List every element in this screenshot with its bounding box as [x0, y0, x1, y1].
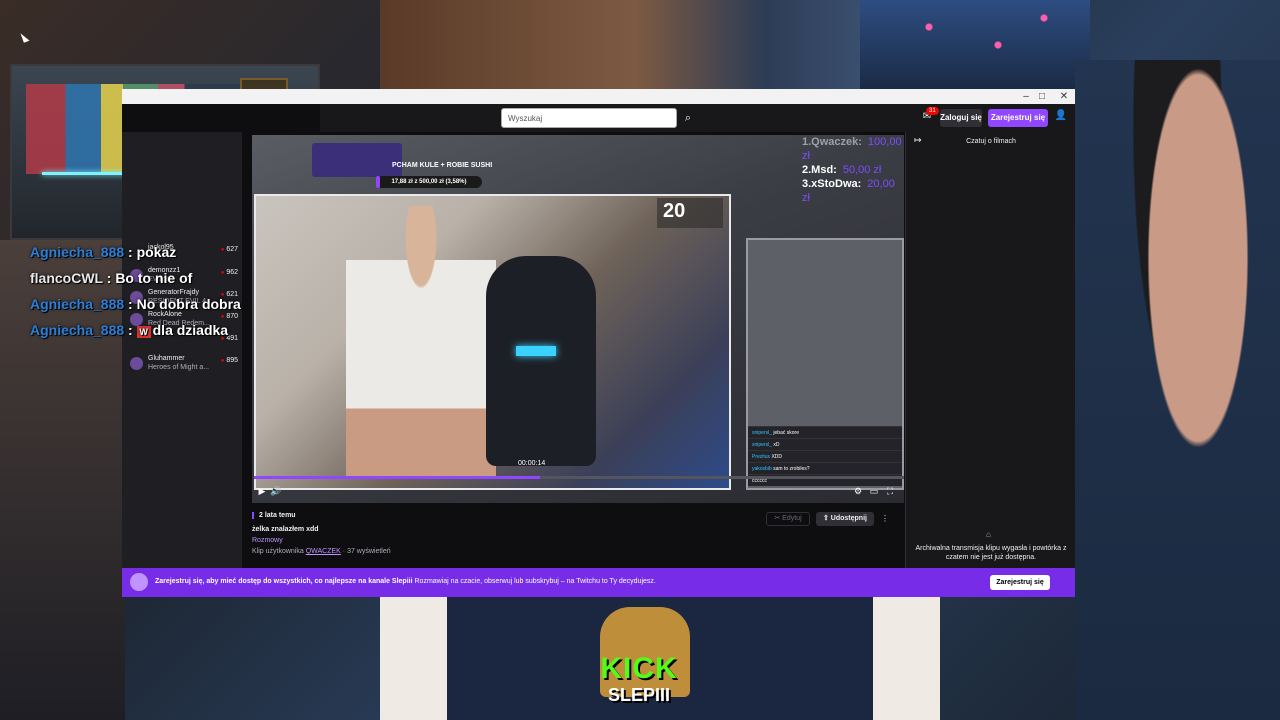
leaderboard-entry: 2.Msd: 50,00 zł — [802, 164, 882, 176]
video-gaming-chair — [486, 256, 596, 466]
user-menu-icon[interactable]: 👤 — [1054, 110, 1068, 126]
seek-bar[interactable] — [254, 476, 904, 479]
goal-progress-fill — [376, 176, 380, 188]
top-navbar: Wyszukaj ⌕ ✉ 31 Zaloguj się Zarejestruj … — [320, 104, 1075, 132]
leaderboard-entry: 1.Qwaczek: 100,00 zł — [802, 136, 902, 162]
author-prefix: Klip użytkownika — [252, 548, 304, 555]
side-chat-line: snipersl_ xD — [748, 438, 902, 450]
clip-category-link[interactable]: Rozmowy — [252, 537, 283, 544]
chat-archive-icon: ⌂ — [986, 530, 991, 539]
overlay-chat-line: flancoCWL : Bo to nie of — [30, 270, 193, 286]
main-content: PCHAM KULE + ROBIE SUSHI 17,88 zł z 500,… — [242, 132, 905, 568]
maximize-button[interactable]: □ — [1035, 91, 1049, 102]
stream-counter: 20 — [657, 198, 723, 228]
browser-window: – □ ✕ Wyszukaj ⌕ ✉ 31 Zaloguj się Zareje… — [122, 89, 1075, 597]
seek-bar-fill — [254, 476, 540, 479]
promo-signup-button[interactable]: Zarejestruj się — [990, 575, 1050, 590]
chat-archived-message: Archiwalna transmisja klipu wygasła i po… — [915, 545, 1067, 561]
stream-banner — [312, 143, 402, 177]
settings-icon[interactable]: ⚙ — [852, 484, 864, 498]
kick-logo: KICK SLEPIII — [594, 654, 684, 710]
promo-text: Zarejestruj się, aby mieć dostęp do wszy… — [155, 578, 656, 585]
side-chat-line: snipersl_ jebać skore — [748, 426, 902, 438]
chat-panel: ↦ Czatuj o filmach ⌂ Archiwalna transmis… — [905, 132, 1075, 568]
streamer-camera-right — [1075, 60, 1280, 720]
view-count: · 37 wyświetleń — [340, 548, 391, 555]
sidebar-channel[interactable]: Gluhammer Heroes of Might a... 895 — [130, 355, 240, 377]
followed-channels-sidebar: jackol95 627 demonzz1 EVIL: r... 962 Gen… — [122, 132, 242, 568]
signup-button[interactable]: Zarejestruj się — [988, 109, 1048, 127]
viewer-count: 895 — [221, 357, 238, 364]
video-chair-light — [516, 346, 556, 356]
video-person — [346, 206, 496, 476]
donation-leaderboard: 1.Qwaczek: 100,00 zł 2.Msd: 50,00 zł 3.xSt… — [802, 135, 904, 205]
more-options-icon[interactable]: ⋮ — [880, 512, 890, 526]
minimize-button[interactable]: – — [1019, 91, 1033, 102]
background-lights — [860, 0, 1090, 90]
share-button[interactable]: ⇧ Udostępnij — [816, 512, 874, 526]
search-input[interactable]: Wyszukaj — [501, 108, 677, 128]
overlay-chat-line: Agniecha_888 : Wdla dziadka — [30, 322, 229, 338]
search-icon[interactable]: ⌕ — [678, 108, 698, 128]
mouse-cursor — [20, 31, 30, 43]
edit-button[interactable]: ✂ Edytuj — [766, 512, 810, 526]
playback-time: 00:00:14 — [518, 460, 546, 467]
chat-badge-icon: W — [136, 326, 151, 338]
author-link[interactable]: QWACZEK — [306, 548, 341, 555]
login-button[interactable]: Zaloguj się — [940, 109, 982, 127]
theatre-mode-icon[interactable]: ▭ — [868, 484, 880, 498]
chat-title: Czatuj o filmach — [966, 138, 1016, 145]
clip-author-line: Klip użytkownika QWACZEK · 37 wyświetleń — [252, 548, 391, 555]
stream-chat-overlay: Agniecha_888 : pokaz flancoCWL : Bo to n… — [30, 244, 250, 348]
clip-title: żelka znalazłem xdd — [252, 526, 319, 533]
notifications-badge: 31 — [926, 107, 939, 115]
video-player[interactable]: PCHAM KULE + ROBIE SUSHI 17,88 zł z 500,… — [252, 135, 904, 503]
goal-progress-bar: 17,88 zł z 500,00 zł (3,58%) — [376, 176, 482, 188]
channel-game: Heroes of Might a... — [148, 364, 210, 371]
side-chat-line: yakosbib sam to zrobiles? — [748, 462, 902, 474]
goal-title: PCHAM KULE + ROBIE SUSHI — [392, 162, 493, 169]
side-chat-line: Prezitus XDD — [748, 450, 902, 462]
overlay-side-panel: snipersl_ jebać skore snipersl_ xD Prezi… — [746, 238, 904, 490]
leaderboard-entry: 3.xStoDwa: 20,00 zł — [802, 178, 895, 204]
window-titlebar: – □ ✕ — [122, 89, 1075, 104]
clip-age: 2 lata temu — [252, 512, 296, 519]
volume-icon[interactable]: 🔊 — [270, 484, 282, 498]
player-controls: ▶ 🔊 ⚙ ▭ ⛶ — [252, 484, 904, 500]
channel-avatar — [130, 573, 148, 591]
overlay-chat-line: Agniecha_888 : pokaz — [30, 244, 177, 260]
channel-name: Gluhammer — [148, 355, 185, 362]
kick-channel-name: SLEPIII — [607, 685, 670, 705]
clip-info: 2 lata temu żelka znalazłem xdd Rozmowy … — [252, 512, 892, 568]
close-button[interactable]: ✕ — [1057, 91, 1071, 102]
play-icon[interactable]: ▶ — [256, 484, 268, 498]
kick-word: KICK — [600, 652, 678, 685]
overlay-chat-line: Agniecha_888 : No dobra dobra — [30, 296, 241, 312]
signup-promo-bar: Zarejestruj się, aby mieć dostęp do wszy… — [122, 568, 1075, 597]
fullscreen-icon[interactable]: ⛶ — [884, 484, 896, 498]
avatar — [130, 357, 143, 370]
clip-video-frame: 20 — [254, 194, 731, 490]
goal-progress-text: 17,88 zł z 500,00 zł (3,58%) — [391, 179, 467, 185]
